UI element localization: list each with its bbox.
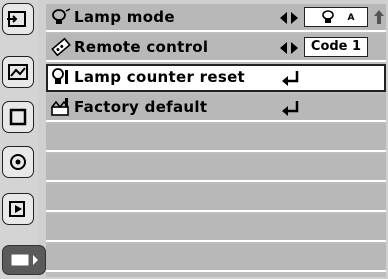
- left-right-arrows-icon[interactable]: [280, 42, 298, 54]
- menu-row-label: Remote control: [74, 38, 209, 56]
- lamp-mode-subscript: A: [347, 13, 355, 23]
- menu-row-lamp-counter-reset[interactable]: Lamp counter reset: [46, 64, 386, 92]
- menu-row-empty: [46, 184, 386, 212]
- menu-row-factory-default[interactable]: Factory default: [46, 94, 386, 122]
- sidebar-item-input[interactable]: [2, 3, 34, 35]
- sidebar-item-info[interactable]: [2, 245, 46, 275]
- menu-row-empty: [46, 154, 386, 182]
- menu-row-remote-control[interactable]: Remote control Code 1: [46, 34, 386, 62]
- lamp-mode-icon: [321, 9, 334, 23]
- enter-icon[interactable]: [282, 100, 300, 116]
- menu-window: Lamp mode A Remote control Code 1 Lamp c…: [0, 0, 388, 279]
- lamp-icon: [52, 8, 71, 24]
- left-right-arrows-icon[interactable]: [280, 12, 298, 24]
- menu-row-lamp-mode[interactable]: Lamp mode A: [46, 4, 386, 32]
- enter-icon[interactable]: [282, 70, 300, 86]
- menu-row-empty: [46, 214, 386, 242]
- color-icon: [10, 154, 26, 170]
- remote-control-value: Code 1: [304, 37, 368, 57]
- lamp-counter-icon: [52, 68, 68, 84]
- scroll-up-icon[interactable]: [374, 10, 384, 24]
- menu-row-empty: [46, 244, 386, 272]
- input-icon: [7, 11, 26, 27]
- factory-icon: [51, 98, 69, 116]
- menu-row-empty: [46, 124, 386, 152]
- screen-icon: [9, 108, 27, 126]
- settings-menu: Lamp mode A Remote control Code 1 Lamp c…: [46, 4, 386, 277]
- sidebar: [0, 0, 46, 279]
- info-icon: [11, 254, 38, 266]
- menu-row-label: Lamp counter reset: [74, 68, 246, 86]
- sidebar-item-setting[interactable]: [2, 193, 34, 225]
- lamp-mode-value: A: [304, 7, 368, 27]
- menu-row-label: Lamp mode: [74, 8, 175, 26]
- remote-control-icon: [51, 37, 71, 57]
- image-icon: [8, 64, 28, 80]
- sidebar-item-image[interactable]: [2, 56, 34, 88]
- sidebar-item-screen[interactable]: [2, 101, 34, 133]
- sidebar-item-color[interactable]: [2, 146, 34, 178]
- menu-row-label: Factory default: [74, 98, 208, 116]
- setting-icon: [9, 201, 25, 217]
